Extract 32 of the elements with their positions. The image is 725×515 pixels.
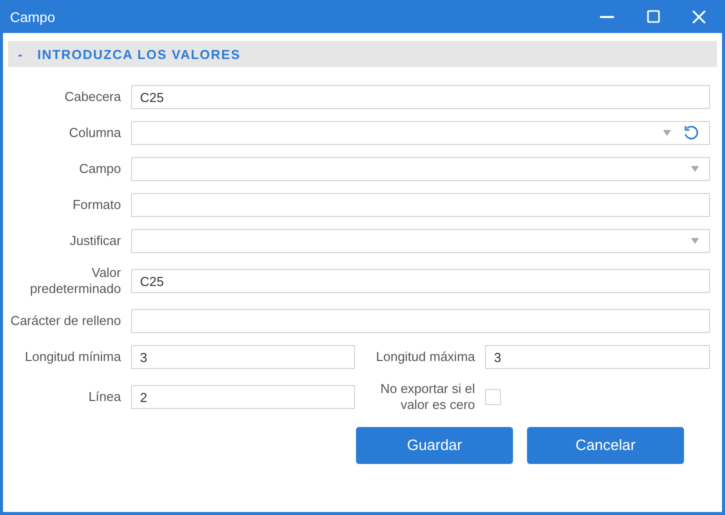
field-label: Valor predeterminado [28, 265, 121, 297]
field-label: Carácter de relleno [9, 313, 121, 329]
field-label: Campo [78, 161, 121, 177]
maximize-icon [646, 10, 660, 23]
text-field[interactable]: 3 [485, 345, 710, 369]
field-label: Línea [87, 389, 121, 405]
field-label: Longitud mínima [24, 349, 121, 365]
text-field[interactable]: C25 [131, 269, 710, 293]
text-field[interactable] [131, 309, 710, 333]
field-label: Cabecera [64, 89, 121, 105]
field-label: No exportar si el valor es cero [379, 381, 475, 413]
field-label: Justificar [68, 233, 121, 249]
checkbox[interactable] [485, 389, 501, 405]
text-field[interactable]: C25 [131, 85, 710, 109]
close-icon [692, 10, 706, 24]
dropdown-arrow-icon [691, 166, 699, 172]
action-button[interactable]: Guardar [356, 427, 513, 464]
dropdown-field[interactable] [131, 157, 710, 181]
dropdown-field[interactable] [131, 229, 710, 253]
text-field[interactable] [131, 193, 710, 217]
reset-icon[interactable] [683, 125, 699, 141]
text-field[interactable]: 3 [131, 345, 355, 369]
field-label: Longitud máxima [375, 349, 475, 365]
dropdown-arrow-icon [663, 130, 671, 136]
text-field[interactable]: 2 [131, 385, 355, 409]
window-title: Campo [9, 8, 56, 24]
action-button[interactable]: Cancelar [527, 427, 684, 464]
dropdown-field[interactable] [131, 121, 710, 145]
field-label: Columna [68, 125, 121, 141]
minimize-icon [600, 16, 614, 18]
dropdown-arrow-icon [691, 238, 699, 244]
field-label: Formato [72, 197, 121, 213]
